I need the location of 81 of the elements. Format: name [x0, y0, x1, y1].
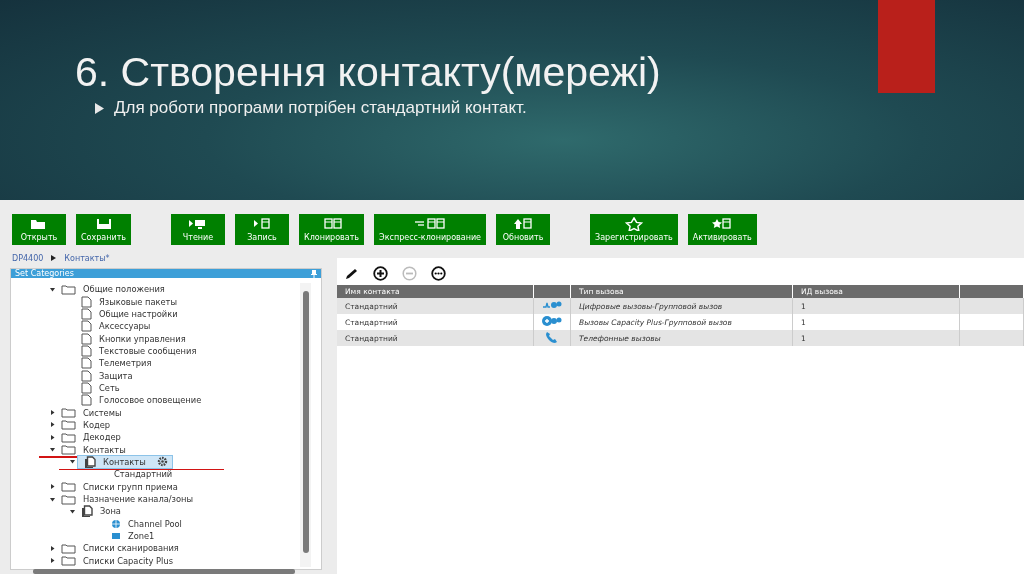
collapse-arrow-icon[interactable]	[49, 286, 55, 292]
documents-icon	[81, 505, 93, 518]
expand-arrow-icon[interactable]	[49, 484, 55, 490]
toolbar-button[interactable]: Экспресс-клонирование	[374, 214, 487, 245]
folder-icon	[61, 407, 76, 419]
tree-item-label[interactable]: Телеметрия	[96, 357, 155, 370]
gear-icon[interactable]	[156, 456, 168, 468]
selected-tree-item[interactable]: Контакты	[77, 455, 173, 469]
tree-item-label[interactable]: Zone1	[125, 530, 158, 543]
toolbar-button[interactable]: Запись	[235, 214, 289, 245]
toolbar-button[interactable]: Зарегистрировать	[590, 214, 678, 245]
toolbar-button[interactable]: Сохранить	[76, 214, 131, 245]
tree-item-label[interactable]: Аксессуары	[96, 320, 154, 333]
document-icon	[81, 394, 92, 407]
document-icon	[81, 332, 92, 345]
document-icon	[81, 344, 92, 357]
folder-icon	[61, 431, 76, 443]
toolbar-button[interactable]: Чтение	[171, 214, 225, 245]
toolbar-button[interactable]: Открыть	[12, 214, 66, 245]
tree-item-label[interactable]: Зона	[97, 505, 124, 518]
collapse-arrow-icon[interactable]	[49, 447, 55, 453]
vertical-scrollbar[interactable]	[300, 283, 311, 567]
folder-icon	[61, 493, 76, 505]
document-icon	[81, 320, 92, 333]
tree-item-label[interactable]: Языковые пакеты	[96, 295, 180, 308]
tree-item-label[interactable]: Списки Capacity Plus	[80, 554, 176, 567]
tree-item-label[interactable]: Стандартний	[111, 468, 176, 481]
expand-arrow-icon[interactable]	[49, 410, 55, 416]
globe-icon	[111, 518, 121, 529]
tree-item-label[interactable]: Общие настройки	[96, 307, 181, 320]
expand-arrow-icon[interactable]	[49, 545, 55, 551]
tree-item-label[interactable]: Сеть	[96, 381, 123, 394]
more-icon[interactable]	[431, 266, 446, 281]
add-icon[interactable]	[373, 266, 388, 281]
expand-arrow-icon[interactable]	[49, 558, 55, 564]
expand-arrow-icon[interactable]	[49, 434, 55, 440]
tree-item-label[interactable]: Списки групп приема	[80, 480, 181, 493]
group-call-icon	[542, 315, 562, 327]
documents-icon	[84, 456, 96, 468]
tree-item-label[interactable]: Кнопки управления	[96, 332, 189, 345]
tree-item-label[interactable]: Защита	[96, 369, 136, 382]
folder-icon	[61, 542, 76, 554]
tree-item-label[interactable]: Назначение канала/зоны	[80, 493, 197, 505]
tree-item-label[interactable]: Декодер	[80, 431, 124, 444]
document-icon	[81, 381, 92, 394]
tree-item-label[interactable]: Общие положения	[80, 283, 168, 296]
pencil-icon[interactable]	[345, 267, 359, 280]
folder-icon	[61, 283, 76, 295]
tree-item-label[interactable]: Контакты	[80, 443, 129, 456]
tree-item-label[interactable]: Системы	[80, 406, 125, 419]
bullet-icon	[95, 102, 104, 114]
bullet-text: Для роботи програми потрібен стандартний контакт.	[114, 98, 527, 118]
group-call-icon	[542, 300, 562, 310]
collapse-arrow-icon[interactable]	[69, 508, 75, 514]
column-header[interactable]	[533, 285, 571, 298]
document-icon	[81, 369, 92, 382]
breadcrumb-arrow-icon	[51, 255, 57, 261]
pin-icon[interactable]	[311, 269, 317, 278]
document-icon	[81, 357, 92, 370]
tree-item-label[interactable]: Кодер	[80, 418, 114, 431]
folder-icon	[61, 444, 76, 456]
tree-item-label[interactable]: Списки сканирования	[80, 542, 182, 555]
tree-item-label[interactable]: Текстовые сообщения	[96, 344, 200, 357]
document-icon	[81, 307, 92, 320]
panel-title: Set Categories	[15, 269, 74, 278]
folder-icon	[61, 481, 76, 493]
folder-icon	[61, 419, 76, 431]
toolbar-button[interactable]: Клонировать	[299, 214, 365, 245]
tree-item-label[interactable]: Channel Pool	[125, 517, 185, 530]
expand-arrow-icon[interactable]	[49, 422, 55, 428]
collapse-arrow-icon[interactable]	[49, 496, 55, 502]
toolbar-button[interactable]: Обновить	[496, 214, 551, 245]
collapse-arrow-icon[interactable]	[69, 459, 75, 465]
slide-title: 6. Створення контакту(мережі)	[75, 50, 662, 94]
breadcrumb-link[interactable]: DP4400	[12, 253, 44, 263]
phone-icon	[545, 331, 559, 343]
tree-item-label[interactable]: Голосовое оповещение	[96, 394, 205, 407]
document-icon	[81, 295, 92, 308]
zone-icon	[111, 532, 121, 541]
breadcrumb-link[interactable]: Контакты*	[64, 253, 110, 263]
toolbar-button[interactable]: Активировать	[687, 214, 757, 245]
